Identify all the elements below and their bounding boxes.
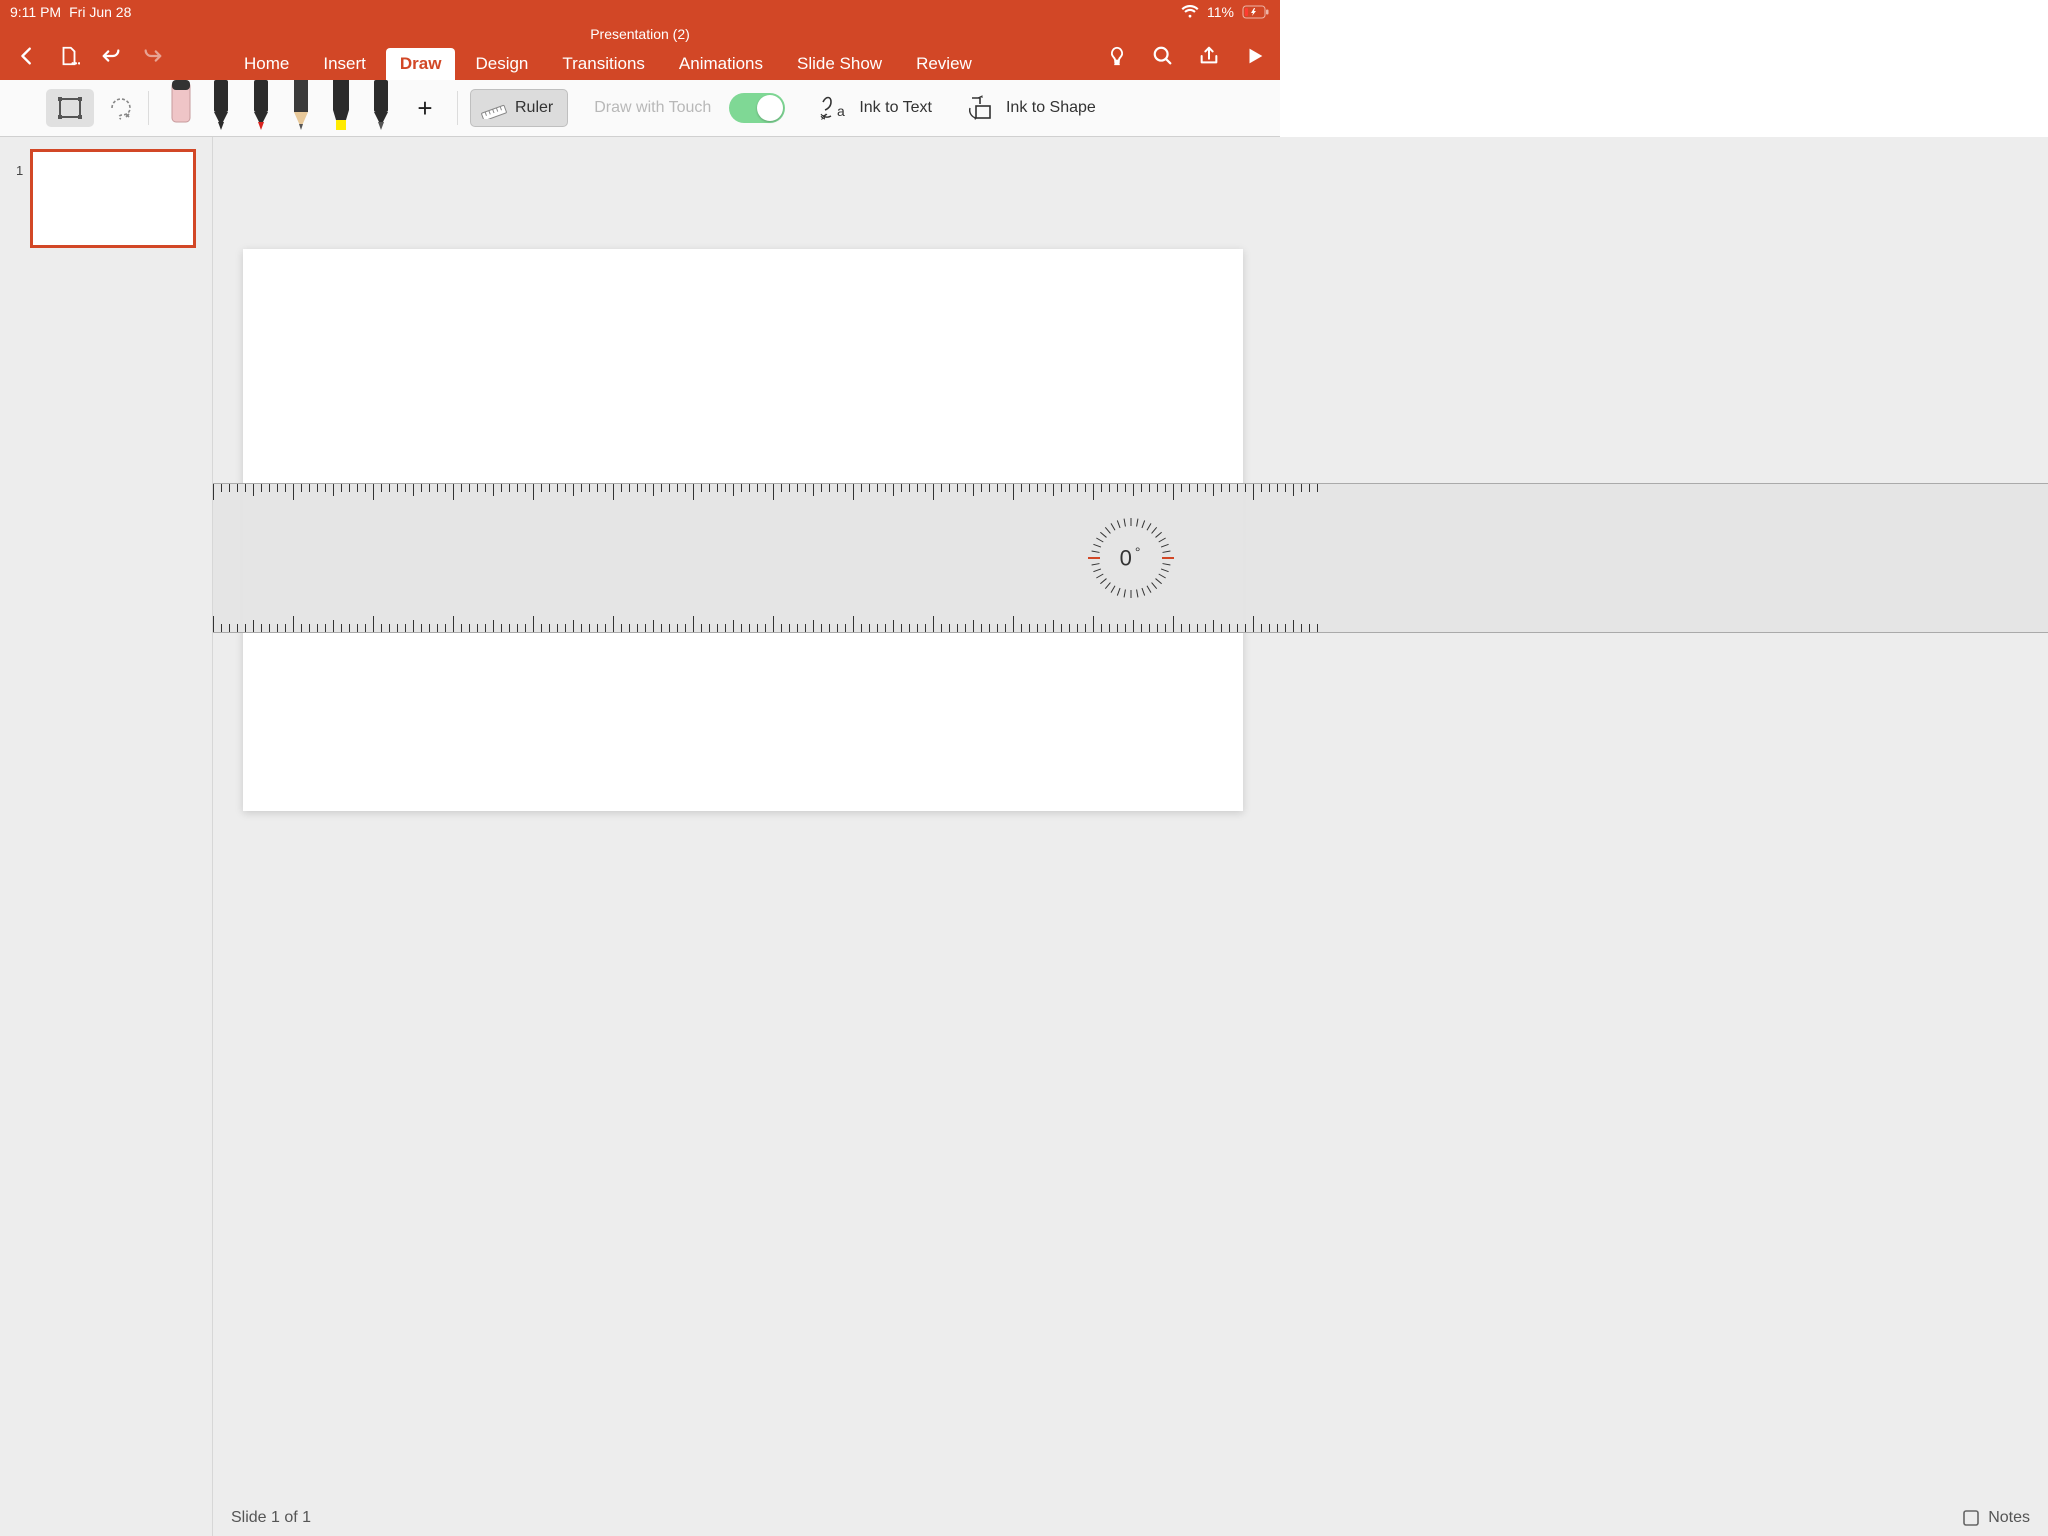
ink-to-text-label: Ink to Text <box>859 99 932 117</box>
ruler-label: Ruler <box>515 99 553 117</box>
tab-slide-show[interactable]: Slide Show <box>783 48 896 80</box>
tab-draw[interactable]: Draw <box>386 48 456 80</box>
slide-thumbnail-1[interactable] <box>30 149 196 248</box>
notes-button[interactable]: Notes <box>1962 1509 2030 1527</box>
editor-area: 1 0° Slide 1 of 1 Notes <box>0 137 2048 1536</box>
pen-gallery <box>161 80 401 136</box>
dial-ticks-icon <box>1090 517 1172 599</box>
tab-review[interactable]: Review <box>902 48 986 80</box>
select-tool[interactable] <box>46 89 94 127</box>
tell-me-button[interactable] <box>1098 38 1136 74</box>
ipad-status-bar: 9:11 PM Fri Jun 28 11% <box>0 0 1280 24</box>
notes-icon <box>1962 1509 1980 1527</box>
toggle-switch[interactable] <box>729 93 785 123</box>
status-date: Fri Jun 28 <box>69 4 131 20</box>
title-bar: Presentation (2) HomeInsertDrawDesignTra… <box>0 24 1280 80</box>
pen-tool-0[interactable] <box>161 80 201 136</box>
add-pen-button[interactable]: + <box>405 88 445 128</box>
status-bar-footer: Slide 1 of 1 Notes <box>213 1498 2048 1536</box>
tab-transitions[interactable]: Transitions <box>548 48 659 80</box>
tab-animations[interactable]: Animations <box>665 48 777 80</box>
ruler-angle-dial[interactable]: 0° <box>1090 517 1172 599</box>
draw-ribbon: + Ruler Draw with Touch a Ink to Text In… <box>0 80 1280 137</box>
pen-tool-2[interactable] <box>241 80 281 136</box>
redo-button[interactable] <box>132 38 174 74</box>
share-button[interactable] <box>1190 38 1228 74</box>
tab-insert[interactable]: Insert <box>309 48 380 80</box>
pen-tool-4[interactable] <box>321 80 361 136</box>
tab-design[interactable]: Design <box>461 48 542 80</box>
lasso-tool[interactable] <box>106 93 136 123</box>
draw-with-touch-label: Draw with Touch <box>594 99 711 117</box>
status-time: 9:11 PM <box>10 4 61 20</box>
battery-icon <box>1242 5 1270 19</box>
slide-counter: Slide 1 of 1 <box>231 1509 311 1527</box>
status-battery: 11% <box>1207 4 1234 20</box>
pen-tool-3[interactable] <box>281 80 321 136</box>
wifi-icon <box>1181 5 1199 19</box>
thumbnail-number: 1 <box>16 163 23 178</box>
pen-tool-1[interactable] <box>201 80 241 136</box>
ribbon-tabs: HomeInsertDrawDesignTransitionsAnimation… <box>230 44 992 80</box>
ink-to-shape-label: Ink to Shape <box>1006 99 1096 117</box>
draw-with-touch-toggle[interactable]: Draw with Touch <box>586 93 793 123</box>
onscreen-ruler[interactable]: 0° <box>213 483 2048 633</box>
ruler-icon <box>481 97 507 119</box>
tab-home[interactable]: Home <box>230 48 303 80</box>
back-button[interactable] <box>6 38 48 74</box>
slide-thumbnail-rail[interactable]: 1 <box>0 137 213 1536</box>
ink-to-shape-icon <box>966 94 996 122</box>
ink-to-text-button[interactable]: a Ink to Text <box>811 94 940 122</box>
search-button[interactable] <box>1144 38 1182 74</box>
file-menu-button[interactable] <box>48 38 90 74</box>
svg-text:a: a <box>837 103 845 119</box>
ink-to-shape-button[interactable]: Ink to Shape <box>958 94 1104 122</box>
slideshow-button[interactable] <box>1236 38 1274 74</box>
ink-to-text-icon: a <box>819 94 849 122</box>
ruler-button[interactable]: Ruler <box>470 89 568 127</box>
notes-label: Notes <box>1988 1509 2030 1527</box>
undo-button[interactable] <box>90 38 132 74</box>
document-title: Presentation (2) <box>0 26 1280 42</box>
slide-canvas-area[interactable]: 0° <box>213 137 2048 1498</box>
pen-tool-5[interactable] <box>361 80 401 136</box>
